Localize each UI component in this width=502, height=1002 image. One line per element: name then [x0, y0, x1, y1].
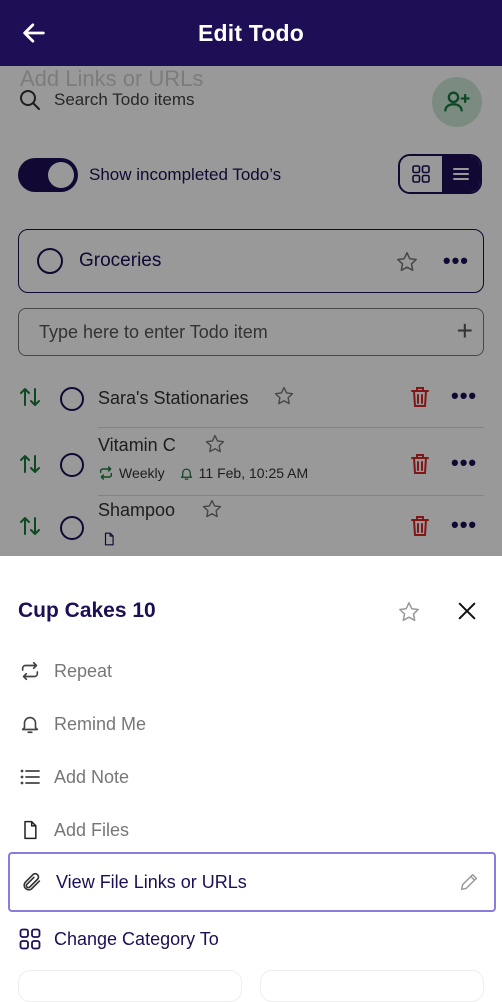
star-icon[interactable] [397, 600, 421, 624]
close-icon[interactable] [456, 600, 478, 622]
add-note-label: Add Note [54, 766, 130, 787]
repeat-icon [21, 661, 39, 681]
repeat-option[interactable]: Repeat [18, 651, 488, 691]
grid-icon [19, 928, 41, 950]
remind-me-label: Remind Me [54, 713, 147, 734]
page-title: Edit Todo [197, 19, 305, 46]
sheet-title: Cup Cakes 10 [18, 599, 156, 622]
file-icon [24, 820, 37, 840]
app-header: Edit Todo [0, 0, 502, 66]
change-category-label: Change Category To [54, 928, 219, 949]
view-file-links-option[interactable]: View File Links or URLs [8, 852, 496, 912]
todo-options-sheet: Cup Cakes 10 Repeat Remind Me Add Note A… [0, 556, 502, 1002]
change-category-option[interactable]: Change Category To [18, 919, 488, 959]
category-chip[interactable] [18, 970, 242, 1002]
view-file-links-label: View File Links or URLs [56, 871, 247, 892]
remind-me-option[interactable]: Remind Me [18, 704, 488, 744]
pencil-icon[interactable] [458, 871, 480, 893]
paperclip-icon [23, 872, 41, 891]
add-files-option[interactable]: Add Files [18, 810, 488, 850]
modal-backdrop[interactable] [0, 66, 502, 556]
list-icon [20, 769, 40, 785]
repeat-label: Repeat [54, 660, 113, 681]
add-files-label: Add Files [54, 819, 130, 840]
category-chip[interactable] [260, 970, 484, 1002]
add-note-option[interactable]: Add Note [18, 757, 488, 797]
back-arrow-icon[interactable] [20, 19, 48, 47]
bell-icon [21, 716, 39, 734]
